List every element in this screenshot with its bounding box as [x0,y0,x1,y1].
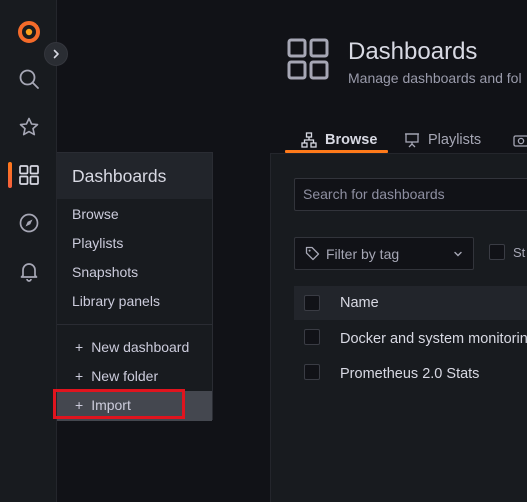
menu-item-playlists[interactable]: Playlists [72,235,123,251]
tag-icon [305,246,320,261]
dashboards-header-icon [287,38,329,80]
menu-item-new-dashboard[interactable]: + New dashboard [75,339,189,355]
dashboard-search-input[interactable]: Search for dashboards [294,178,527,211]
plus-icon: + [75,339,84,355]
sidebar [0,0,68,502]
menu-item-label: New folder [91,368,159,384]
presentation-icon [405,133,419,148]
grafana-app: Dashboards Manage dashboards and fol Bro… [0,0,527,502]
tab-playlists[interactable]: Playlists [404,126,481,154]
chevron-down-icon [454,251,462,256]
tag-filter-select[interactable]: Filter by tag [294,237,474,270]
camera-icon [513,135,527,147]
flyout-title: Dashboards [72,166,167,186]
alerting-bell-icon [20,263,37,282]
menu-item-label: New dashboard [91,339,190,355]
page-title: Dashboards [348,38,478,65]
row-checkbox[interactable] [304,329,320,345]
chevron-right-icon [53,49,59,59]
starred-filter-label: St [513,245,526,260]
alerting-button[interactable] [0,247,57,295]
tag-filter-placeholder: Filter by tag [326,245,400,262]
explore-button[interactable] [0,199,57,247]
dashboard-row-link[interactable]: Docker and system monitorin [340,331,527,347]
menu-item-new-folder[interactable]: + New folder [75,368,158,384]
menu-divider [57,324,212,325]
star-icon [19,117,38,136]
dashboard-row-link[interactable]: Prometheus 2.0 Stats [340,366,479,382]
page-subtitle: Manage dashboards and fol [348,70,522,86]
starred-filter-checkbox[interactable] [489,244,505,260]
name-column-header: Name [340,295,379,311]
dashboards-nav-button[interactable] [0,151,57,199]
list-header [294,286,527,320]
tab-snapshots[interactable] [513,126,527,154]
import-highlight-box [53,389,185,419]
plus-icon: + [75,368,84,384]
menu-item-snapshots[interactable]: Snapshots [72,264,138,280]
dashboards-flyout-menu: Dashboards Browse Playlists Snapshots Li… [57,152,213,421]
tab-playlists-label: Playlists [428,132,482,148]
select-all-checkbox[interactable] [304,295,320,311]
row-checkbox[interactable] [304,364,320,380]
sitemap-icon [301,132,317,148]
search-icon [19,69,39,89]
starred-button[interactable] [0,103,57,151]
menu-item-library-panels[interactable]: Library panels [72,293,160,309]
tab-browse-label: Browse [325,132,378,148]
explore-compass-icon [19,213,38,233]
menu-item-browse[interactable]: Browse [72,206,119,222]
flyout-header[interactable]: Dashboards [57,153,212,199]
dashboards-grid-icon [18,165,39,185]
expand-sidebar-button[interactable] [44,42,68,66]
grafana-logo-icon [17,21,40,43]
